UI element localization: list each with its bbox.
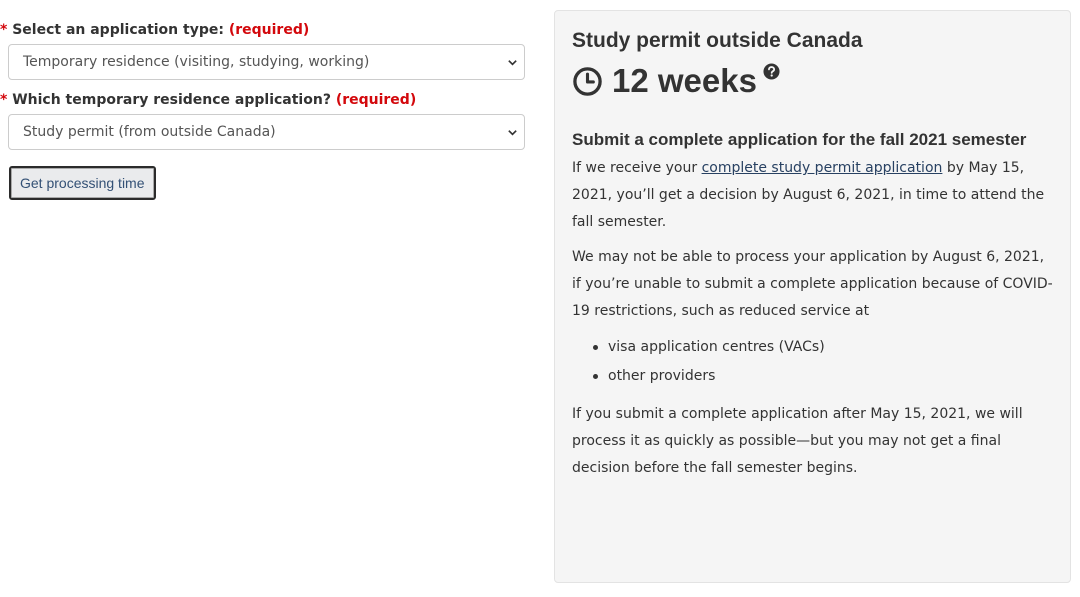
temporary-residence-selected-value: Study permit (from outside Canada) bbox=[23, 124, 276, 140]
required-text: (required) bbox=[335, 92, 417, 108]
clock-icon bbox=[573, 66, 602, 96]
chevron-down-icon bbox=[508, 60, 517, 66]
application-type-select[interactable]: Temporary residence (visiting, studying,… bbox=[8, 44, 525, 80]
temporary-residence-field: * Which temporary residence application?… bbox=[0, 92, 530, 150]
notice-paragraph-1: If we receive your complete study permit… bbox=[572, 155, 1053, 236]
required-marker: * bbox=[0, 92, 8, 108]
result-title: Study permit outside Canada bbox=[572, 29, 863, 52]
chevron-down-icon bbox=[508, 130, 517, 136]
processing-time-form: * Select an application type: (required)… bbox=[0, 22, 530, 200]
application-type-label: * Select an application type: (required) bbox=[0, 22, 530, 38]
required-text: (required) bbox=[228, 22, 310, 38]
notice-paragraph-2: We may not be able to process your appli… bbox=[572, 249, 1053, 319]
application-type-selected-value: Temporary residence (visiting, studying,… bbox=[23, 54, 370, 70]
affected-services-list: visa application centres (VACs) other pr… bbox=[572, 333, 1053, 391]
get-processing-time-button[interactable]: Get processing time bbox=[9, 166, 156, 200]
processing-time-result-panel: Study permit outside Canada 12 weeks Sub… bbox=[554, 10, 1071, 583]
temporary-residence-select[interactable]: Study permit (from outside Canada) bbox=[8, 114, 525, 150]
notice-paragraph-3: If you submit a complete application aft… bbox=[572, 406, 1023, 476]
notice-heading: Submit a complete application for the fa… bbox=[572, 130, 1027, 149]
list-item: other providers bbox=[593, 362, 1053, 391]
complete-application-link[interactable]: complete study permit application bbox=[702, 160, 943, 176]
temporary-residence-label: * Which temporary residence application?… bbox=[0, 92, 530, 108]
processing-time-value: 12 weeks bbox=[612, 62, 757, 99]
required-marker: * bbox=[0, 22, 8, 38]
notice-p1-before: If we receive your bbox=[572, 160, 702, 176]
application-type-label-text: Select an application type: bbox=[12, 22, 224, 38]
processing-time-row: 12 weeks bbox=[572, 61, 1053, 101]
list-item: visa application centres (VACs) bbox=[593, 333, 1053, 362]
application-type-field: * Select an application type: (required)… bbox=[0, 22, 530, 80]
question-circle-icon[interactable] bbox=[763, 63, 780, 80]
temporary-residence-label-text: Which temporary residence application? bbox=[12, 92, 331, 108]
